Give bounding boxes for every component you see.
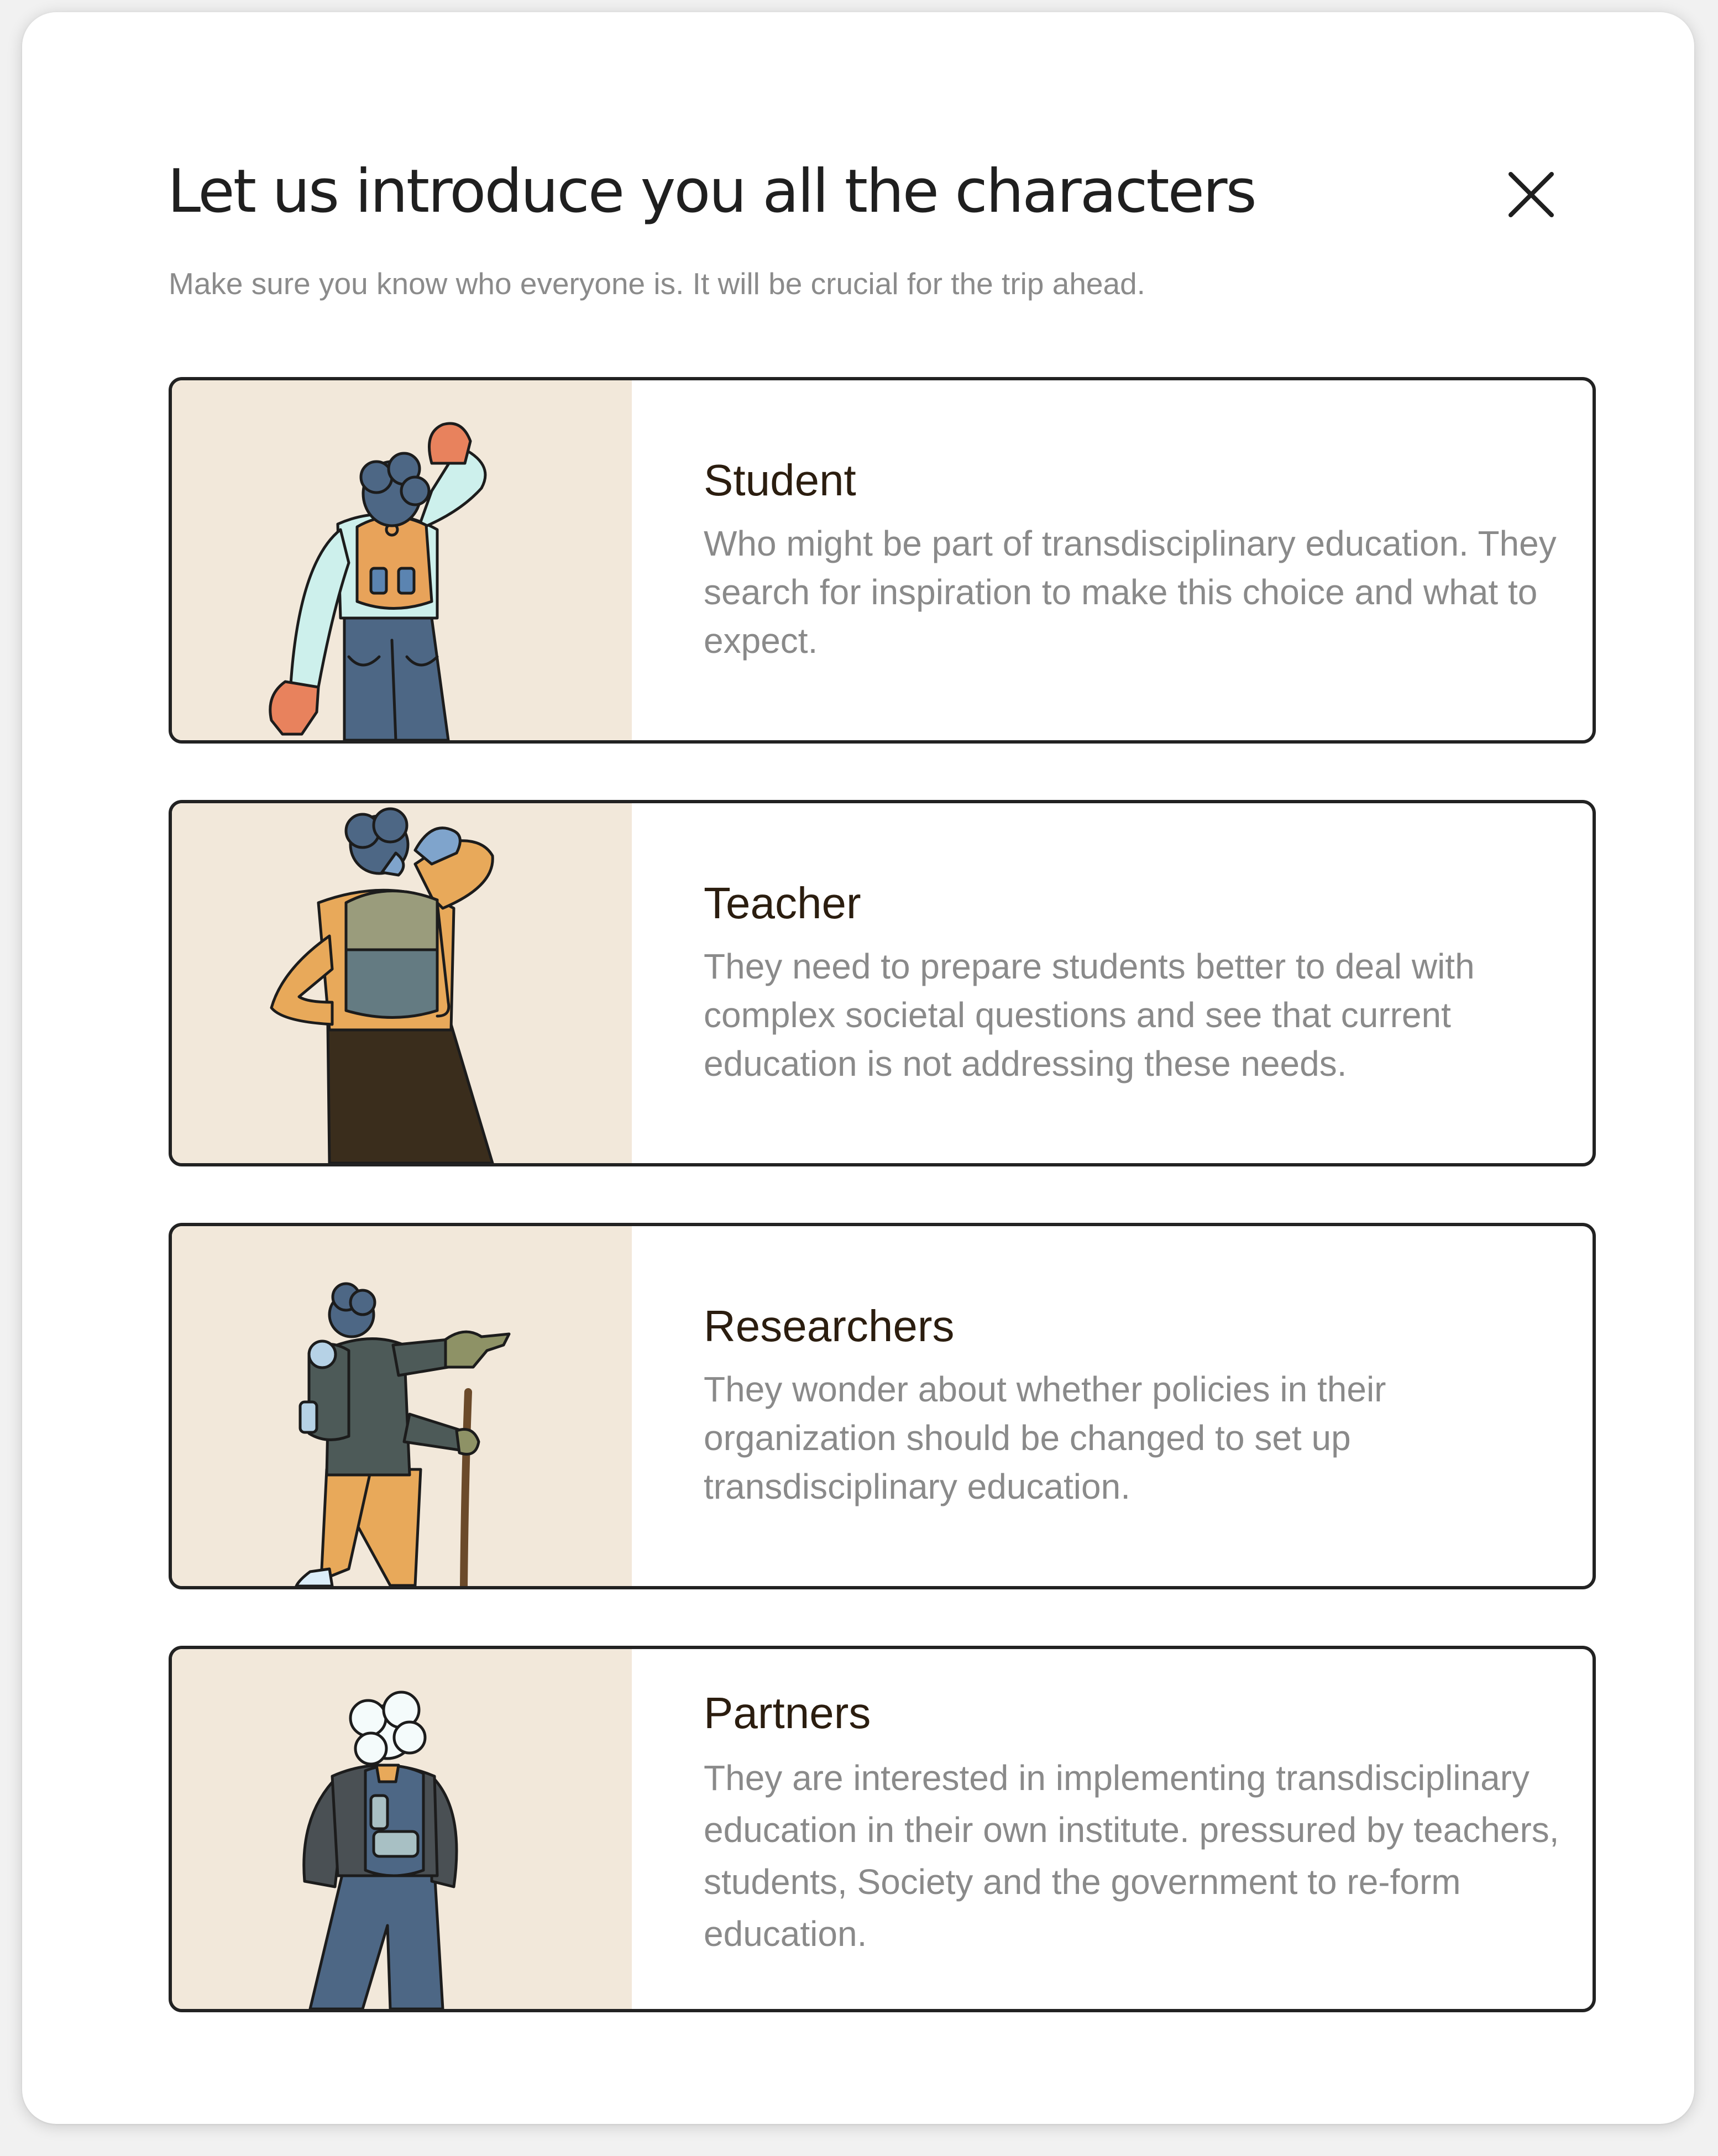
character-name: Teacher [704, 878, 861, 928]
character-card-student[interactable]: Student Who might be part of transdiscip… [169, 377, 1596, 744]
character-description: They need to prepare students better to … [704, 946, 1475, 1084]
partner-illustration [172, 1649, 632, 2009]
student-illustration [172, 380, 632, 740]
character-description: They wonder about whether policies in th… [704, 1369, 1386, 1506]
teacher-illustration [172, 803, 632, 1163]
character-list: Student Who might be part of transdiscip… [169, 377, 1596, 2069]
character-card-researchers[interactable]: Researchers They wonder about whether po… [169, 1223, 1596, 1589]
character-card-partners[interactable]: Partners They are interested in implemen… [169, 1646, 1596, 2012]
characters-modal: Let us introduce you all the characters … [22, 12, 1694, 2124]
character-name: Student [704, 456, 856, 505]
modal-subtitle: Make sure you know who everyone is. It w… [169, 266, 1145, 301]
character-name: Researchers [704, 1301, 955, 1351]
character-description: Who might be part of transdisciplinary e… [704, 524, 1557, 661]
modal-title: Let us introduce you all the characters [167, 157, 1257, 226]
researcher-illustration [172, 1226, 632, 1586]
close-icon [1509, 172, 1554, 217]
character-description: They are interested in implementing tran… [704, 1758, 1559, 1954]
character-card-teacher[interactable]: Teacher They need to prepare students be… [169, 800, 1596, 1166]
close-button[interactable] [1492, 156, 1570, 233]
character-name: Partners [704, 1688, 871, 1738]
